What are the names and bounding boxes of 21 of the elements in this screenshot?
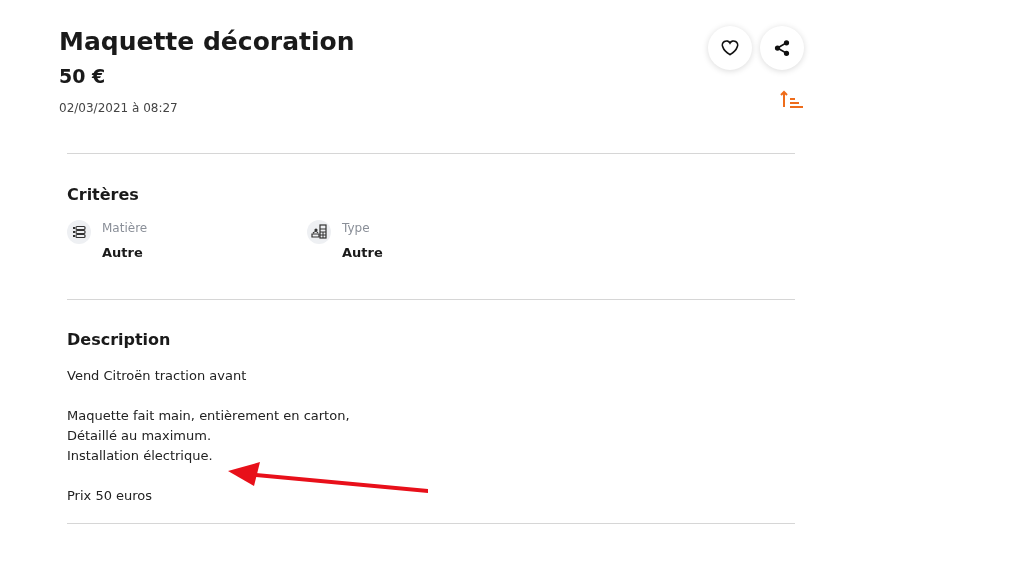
person-desk-icon — [307, 219, 331, 244]
criterion-label: Matière — [102, 219, 148, 237]
listing-title: Maquette décoration — [59, 26, 355, 58]
share-button[interactable] — [760, 26, 804, 70]
listing-date: 02/03/2021 à 08:27 — [59, 99, 179, 117]
sort-icon[interactable] — [780, 90, 804, 108]
description-line: Prix 50 euros — [67, 487, 154, 505]
criterion-value: Autre — [342, 243, 383, 262]
description-line: Détaillé au maximum. — [67, 427, 212, 445]
description-line: Vend Citroën traction avant — [67, 367, 248, 385]
share-icon — [773, 39, 791, 57]
list-icon — [67, 219, 91, 244]
heart-icon — [720, 38, 740, 58]
listing-price: 50 € — [59, 64, 107, 89]
description-line: Installation électrique. — [67, 447, 214, 465]
section-heading: Critères — [67, 183, 140, 206]
favorite-button[interactable] — [708, 26, 752, 70]
criterion-label: Type — [342, 219, 371, 237]
criterion-value: Autre — [102, 243, 144, 262]
description-line: Maquette fait main, entièrement en carton, — [67, 407, 351, 425]
section-heading: Description — [67, 329, 172, 351]
